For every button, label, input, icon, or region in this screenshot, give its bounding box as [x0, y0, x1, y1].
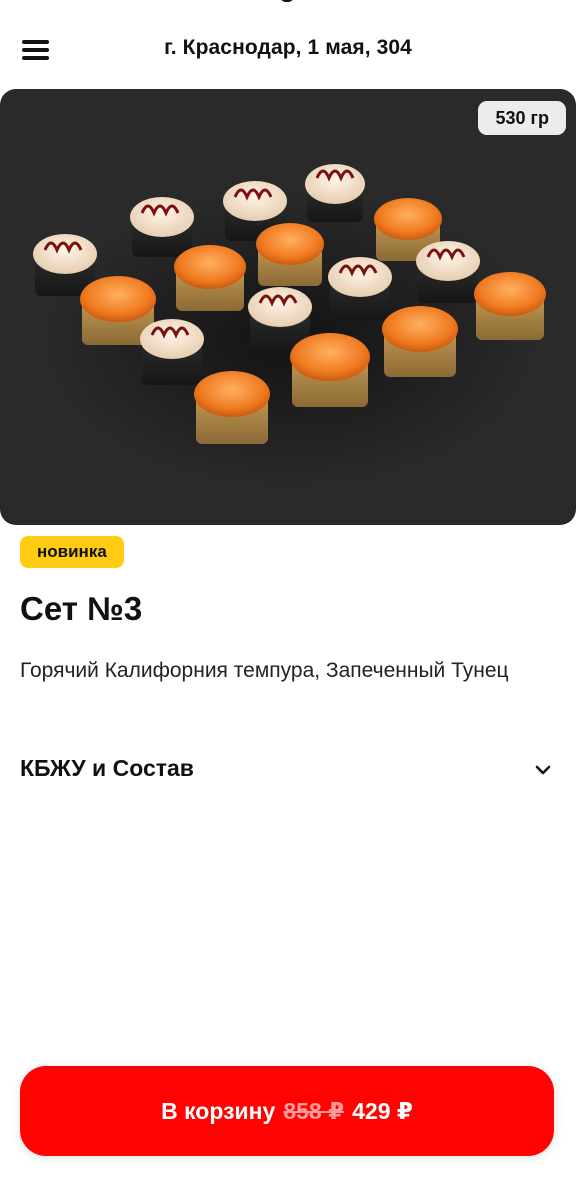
chevron-down-icon — [535, 765, 551, 775]
add-to-cart-button[interactable]: В корзину 858 ₽ 429 ₽ — [20, 1066, 554, 1156]
sushi-set-illustration — [33, 164, 546, 489]
camera-notch — [280, 0, 294, 2]
product-image: 530 гр — [0, 89, 576, 525]
product-description: Горячий Калифорния темпура, Запеченный Т… — [20, 659, 509, 682]
nutrition-accordion[interactable]: КБЖУ и Состав — [0, 745, 576, 795]
delivery-address[interactable]: г. Краснодар, 1 мая, 304 — [0, 36, 576, 60]
weight-badge: 530 гр — [478, 101, 566, 135]
new-badge: новинка — [20, 536, 124, 568]
cart-label: В корзину — [161, 1097, 276, 1124]
price: 429 ₽ — [352, 1097, 413, 1124]
product-title: Сет №3 — [20, 590, 143, 627]
header: г. Краснодар, 1 мая, 304 — [0, 0, 576, 100]
old-price: 858 ₽ — [283, 1097, 345, 1124]
accordion-label: КБЖУ и Состав — [20, 755, 194, 781]
